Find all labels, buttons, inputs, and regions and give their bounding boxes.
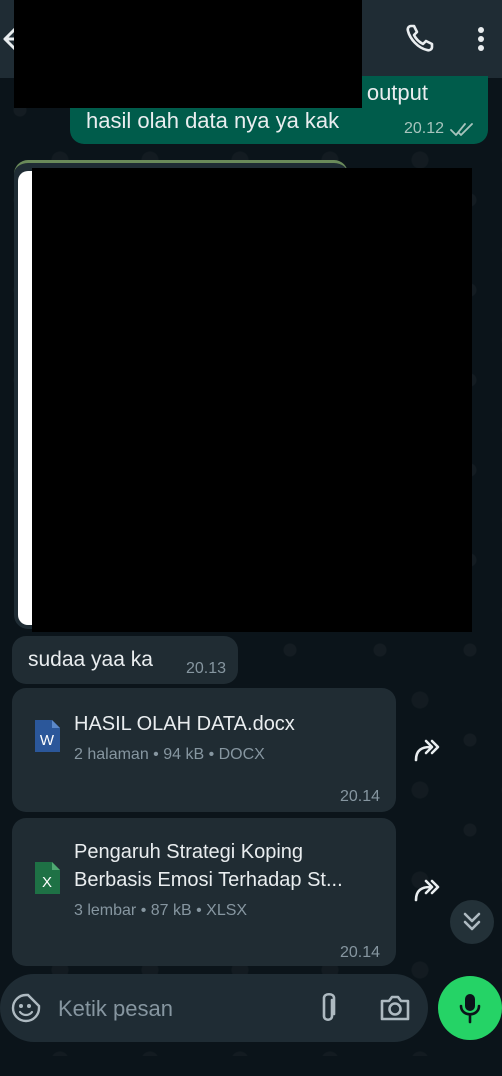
forward-icon[interactable]: [412, 878, 446, 904]
paperclip-icon[interactable]: [314, 990, 342, 1026]
message-time: 20.12: [403, 120, 444, 137]
sticker-icon[interactable]: [10, 992, 42, 1024]
voice-message-button[interactable]: [438, 976, 502, 1040]
file-name-line: Pengaruh Strategi Koping: [74, 841, 304, 863]
redacted-contact-info: [14, 0, 362, 108]
system-navigation-bar: [0, 1056, 502, 1076]
incoming-message[interactable]: sudaa yaa ka 20.13: [12, 636, 238, 684]
file-name-line: Berbasis Emosi Terhadap St...: [74, 869, 343, 891]
phone-icon[interactable]: [404, 22, 436, 54]
message-time: 20.14: [339, 944, 380, 961]
mic-icon: [459, 994, 481, 1024]
word-document-icon: W: [35, 720, 60, 752]
excel-document-icon: X: [35, 862, 60, 894]
more-vertical-icon[interactable]: [470, 22, 492, 56]
redacted-image: [32, 168, 472, 632]
message-input[interactable]: [56, 988, 300, 1030]
document-message[interactable]: W HASIL OLAH DATA.docx 2 halaman • 94 kB…: [12, 688, 396, 812]
scroll-to-bottom-button[interactable]: [450, 900, 494, 944]
file-meta: 3 lembar • 87 kB • XLSX: [74, 902, 248, 919]
message-time: 20.14: [339, 788, 380, 805]
file-meta: 2 halaman • 94 kB • DOCX: [74, 746, 265, 763]
file-name: HASIL OLAH DATA.docx: [74, 713, 295, 735]
file-icon-letter: X: [42, 874, 52, 891]
document-message[interactable]: X Pengaruh Strategi Koping Berbasis Emos…: [12, 818, 396, 966]
camera-icon[interactable]: [378, 992, 412, 1024]
double-check-icon: [450, 123, 473, 136]
message-text: sudaa yaa ka: [28, 648, 153, 671]
message-text-line: output: [366, 80, 428, 105]
file-icon-letter: W: [40, 732, 55, 749]
message-composer: [0, 974, 428, 1042]
double-chevron-down-icon: [463, 912, 481, 931]
message-time: 20.13: [185, 660, 226, 677]
forward-icon[interactable]: [412, 738, 446, 764]
message-text-line: hasil olah data nya ya kak: [86, 108, 340, 133]
